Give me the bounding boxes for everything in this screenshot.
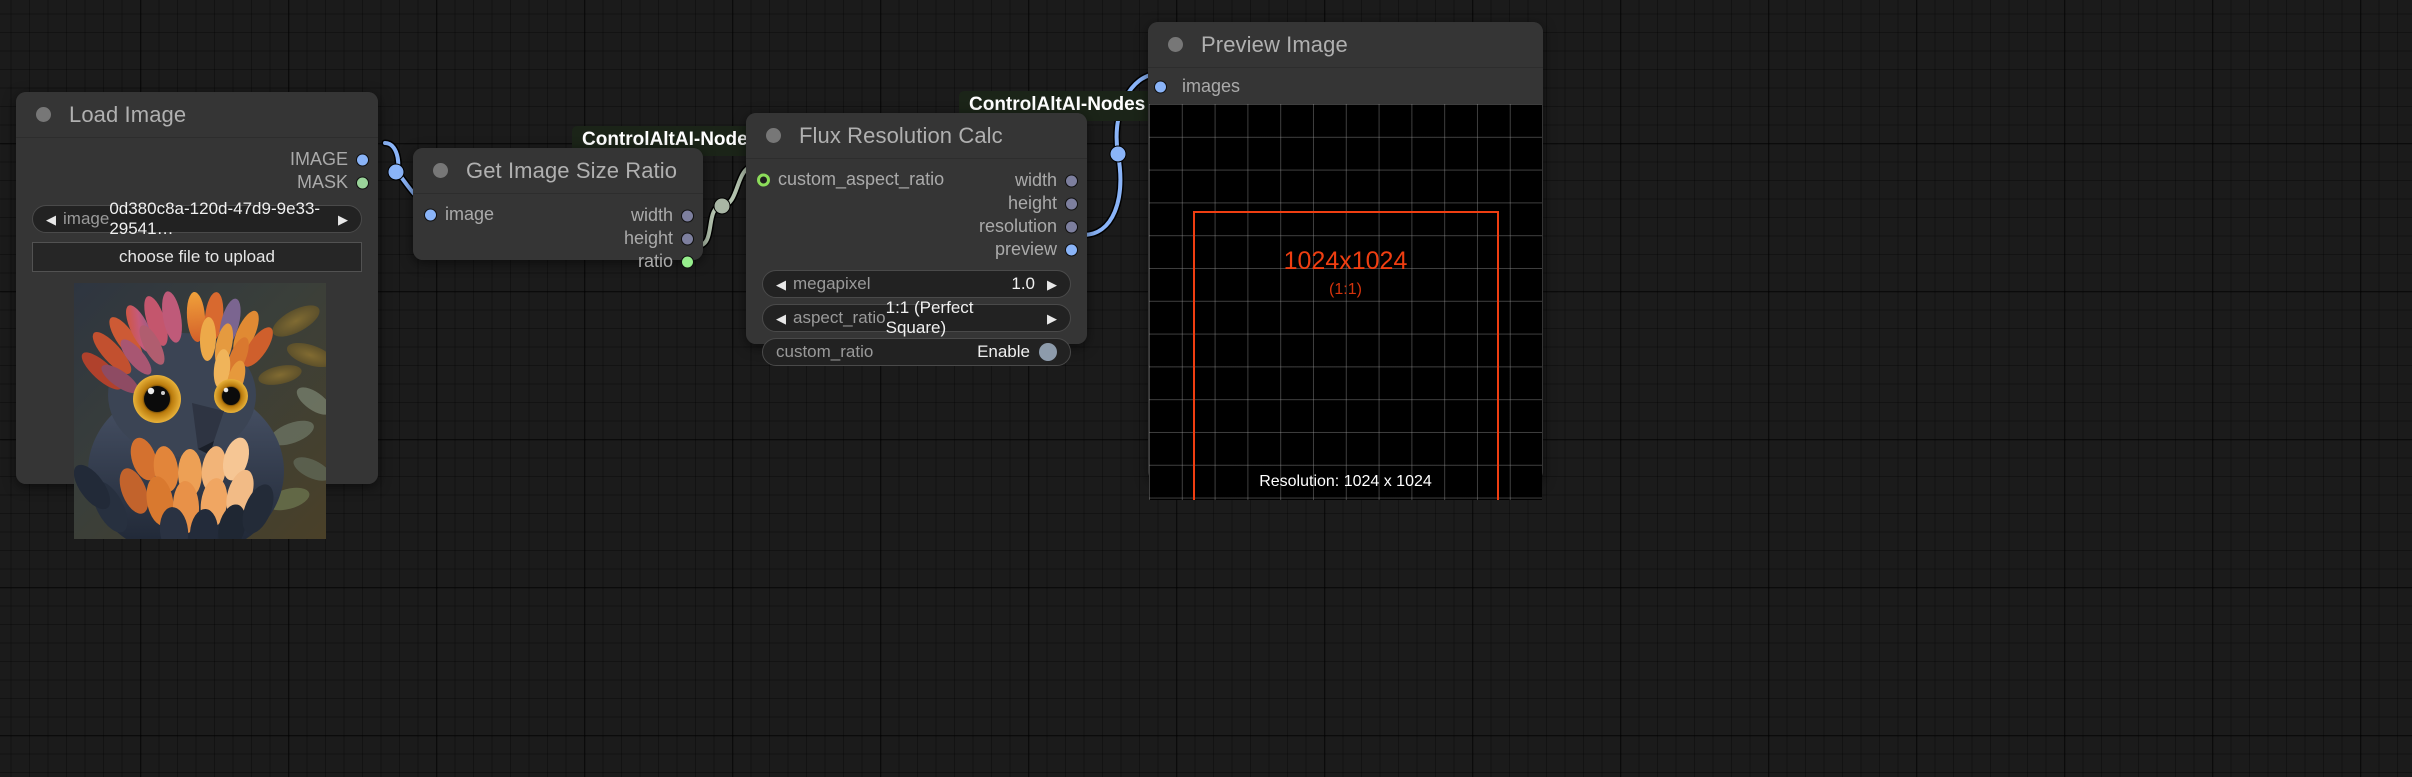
node-title-label: Preview Image: [1201, 31, 1348, 57]
collapse-dot-icon[interactable]: [36, 107, 51, 122]
node-title-bar[interactable]: Preview Image: [1148, 22, 1543, 68]
collapse-dot-icon[interactable]: [433, 163, 448, 178]
output-slot-ratio[interactable]: ratio: [413, 250, 703, 273]
node-body: image width height ratio: [413, 194, 703, 271]
widget-value: 1.0: [1011, 274, 1035, 293]
output-slot-preview[interactable]: preview: [746, 238, 1087, 261]
output-port-height-icon[interactable]: [1065, 197, 1078, 210]
output-port-ratio-icon[interactable]: [681, 255, 694, 268]
widget-label: custom_ratio: [776, 342, 874, 361]
output-slot-width[interactable]: width: [413, 204, 703, 227]
widget-aspect-ratio[interactable]: ◀ aspect_ratio 1:1 (Perfect Square) ▶: [762, 298, 1071, 337]
widget-label: megapixel: [793, 274, 871, 293]
widget-label: aspect_ratio: [793, 308, 886, 327]
prev-arrow-icon[interactable]: ◀: [46, 213, 56, 226]
node-load-image[interactable]: Load Image IMAGE MASK ◀ image 0d380c8a-1…: [16, 92, 378, 539]
output-slot-resolution[interactable]: resolution: [746, 215, 1087, 238]
output-port-preview-icon[interactable]: [1065, 243, 1078, 256]
collapse-dot-icon[interactable]: [766, 128, 781, 143]
output-slot-label: resolution: [978, 216, 1057, 236]
widget-label: image: [63, 209, 110, 228]
node-title-label: Flux Resolution Calc: [799, 122, 1003, 148]
node-body: custom_aspect_ratio width height resolut…: [746, 159, 1087, 366]
collapse-dot-icon[interactable]: [1168, 37, 1183, 52]
output-slot-image[interactable]: IMAGE: [16, 148, 378, 171]
output-port-resolution-icon[interactable]: [1065, 220, 1078, 233]
output-slot-height[interactable]: height: [413, 227, 703, 250]
output-port-mask-icon[interactable]: [356, 176, 369, 189]
resolution-preview-canvas: 1024x1024 (1:1) Resolution: 1024 x 1024: [1149, 104, 1542, 500]
node-flux-resolution-calc[interactable]: Flux Resolution Calc custom_aspect_ratio…: [746, 113, 1087, 366]
input-slot-images[interactable]: images: [1148, 75, 1543, 98]
output-slot-label: width: [630, 205, 673, 225]
output-slot-label: preview: [994, 239, 1057, 259]
output-slot-mask[interactable]: MASK: [16, 171, 378, 194]
button-label: choose file to upload: [119, 247, 275, 266]
node-body: images 1024x1024 (1:1) Resolution: 1024 …: [1148, 68, 1543, 500]
resolution-dimensions-label: 1024x1024: [1283, 247, 1408, 275]
widget-value: 0d380c8a-120d-47d9-9e33-29541…: [109, 199, 321, 238]
widget-megapixel[interactable]: ◀ megapixel 1.0 ▶: [762, 270, 1071, 298]
next-arrow-icon[interactable]: ▶: [338, 213, 348, 226]
node-get-image-size-ratio[interactable]: Get Image Size Ratio image width height …: [413, 148, 703, 271]
widget-value: Enable: [977, 342, 1030, 361]
output-port-width-icon[interactable]: [681, 209, 694, 222]
output-port-image-icon[interactable]: [356, 153, 369, 166]
output-slot-label: IMAGE: [289, 149, 348, 169]
node-title-label: Load Image: [69, 101, 187, 127]
output-port-width-icon[interactable]: [1065, 174, 1078, 187]
widget-image-combo[interactable]: ◀ image 0d380c8a-120d-47d9-9e33-29541… ▶: [32, 199, 362, 238]
prev-arrow-icon[interactable]: ◀: [776, 312, 786, 325]
output-port-height-icon[interactable]: [681, 232, 694, 245]
output-slot-label: ratio: [637, 251, 673, 271]
node-title-bar[interactable]: Flux Resolution Calc: [746, 113, 1087, 159]
choose-file-to-upload-button[interactable]: choose file to upload: [32, 242, 362, 272]
image-preview-thumbnail: [74, 283, 326, 539]
output-slot-width[interactable]: width: [746, 169, 1087, 192]
next-arrow-icon[interactable]: ▶: [1047, 278, 1057, 291]
node-preview-image[interactable]: Preview Image images 1024x1024 (1:1) Res…: [1148, 22, 1543, 500]
widget-value: 1:1 (Perfect Square): [885, 298, 974, 337]
resolution-footer-label: Resolution: 1024 x 1024: [1259, 473, 1432, 490]
next-arrow-icon[interactable]: ▶: [1047, 312, 1057, 325]
widget-custom-ratio-toggle[interactable]: custom_ratio Enable: [762, 338, 1071, 366]
output-slot-label: height: [623, 228, 673, 248]
resolution-ratio-label: (1:1): [1329, 281, 1362, 298]
input-port-images-icon[interactable]: [1154, 80, 1167, 93]
input-slot-label: images: [1182, 76, 1241, 96]
output-slot-label: height: [1007, 193, 1057, 213]
output-slot-label: MASK: [296, 172, 348, 192]
node-title-bar[interactable]: Load Image: [16, 92, 378, 138]
node-title-label: Get Image Size Ratio: [466, 157, 678, 183]
node-body: IMAGE MASK ◀ image 0d380c8a-120d-47d9-9e…: [16, 138, 378, 539]
node-title-bar[interactable]: Get Image Size Ratio: [413, 148, 703, 194]
output-slot-label: width: [1014, 170, 1057, 190]
prev-arrow-icon[interactable]: ◀: [776, 278, 786, 291]
output-slot-height[interactable]: height: [746, 192, 1087, 215]
toggle-knob-icon[interactable]: [1039, 343, 1057, 361]
node-graph-canvas[interactable]: Load Image IMAGE MASK ◀ image 0d380c8a-1…: [0, 0, 2412, 777]
owl-artwork-image: [74, 283, 326, 539]
